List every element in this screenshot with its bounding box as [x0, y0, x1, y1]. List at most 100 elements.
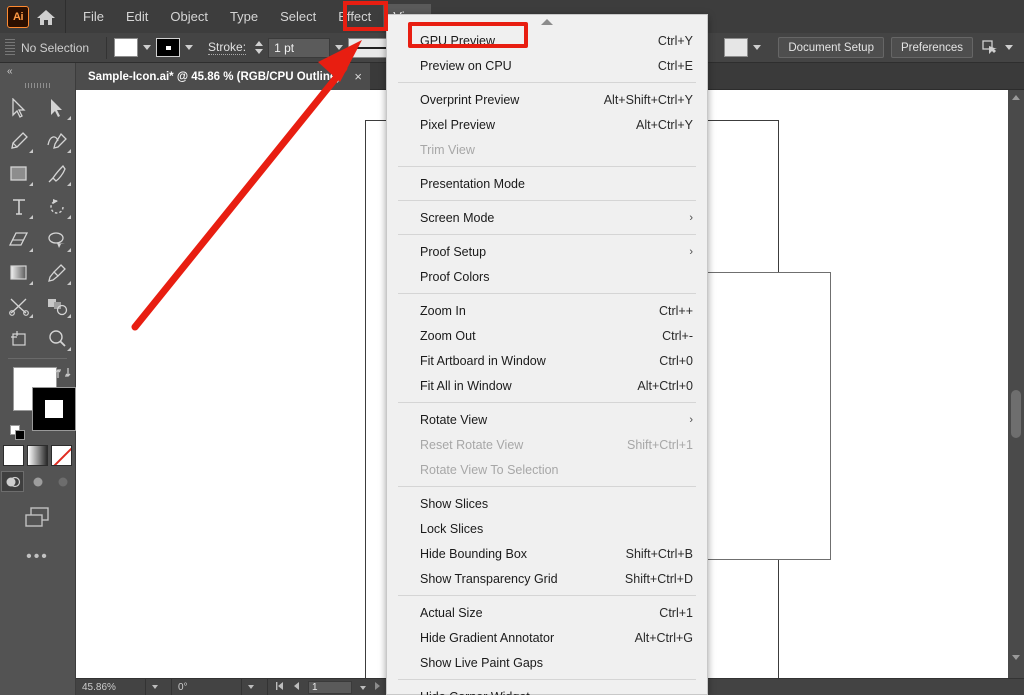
scissors-tool[interactable]	[0, 289, 38, 322]
type-tool[interactable]	[0, 190, 38, 223]
menu-option-proof-colors[interactable]: Proof Colors	[387, 264, 707, 289]
zoom-level-field[interactable]: 45.86%	[76, 679, 146, 695]
curvature-tool[interactable]	[38, 124, 76, 157]
menu-option-show-live-paint-gaps[interactable]: Show Live Paint Gaps	[387, 650, 707, 675]
scroll-down-icon[interactable]	[1008, 650, 1024, 664]
direct-selection-tool[interactable]	[38, 91, 76, 124]
menu-option-label: Hide Gradient Annotator	[420, 631, 635, 645]
chevron-right-icon: ›	[689, 246, 693, 258]
next-artboard-icon[interactable]	[374, 681, 382, 694]
gradient-color-mode-button[interactable]	[27, 445, 48, 466]
menu-option-shortcut: Shift+Ctrl+D	[625, 572, 693, 586]
menu-option-shortcut: Alt+Shift+Ctrl+Y	[604, 93, 693, 107]
menu-option-shortcut: Alt+Ctrl+0	[637, 379, 693, 393]
menu-separator	[398, 166, 696, 167]
rotate-tool[interactable]	[38, 190, 76, 223]
menu-option-fit-artboard-in-window[interactable]: Fit Artboard in WindowCtrl+0	[387, 348, 707, 373]
vertical-scrollbar[interactable]	[1008, 90, 1024, 678]
gradient-tool[interactable]	[0, 256, 38, 289]
control-bar-grip[interactable]	[5, 39, 15, 57]
menu-option-presentation-mode[interactable]: Presentation Mode	[387, 171, 707, 196]
menu-item-select[interactable]: Select	[270, 4, 326, 30]
tools-overflow-button[interactable]: •••	[0, 548, 75, 566]
shape-builder-tool[interactable]	[38, 289, 76, 322]
menu-option-zoom-out[interactable]: Zoom OutCtrl+-	[387, 323, 707, 348]
selection-tool[interactable]	[0, 91, 38, 124]
zoom-dropdown[interactable]	[146, 679, 172, 695]
zoom-tool[interactable]	[38, 322, 76, 355]
menu-option-hide-bounding-box[interactable]: Hide Bounding BoxShift+Ctrl+B	[387, 541, 707, 566]
menu-option-pixel-preview[interactable]: Pixel PreviewAlt+Ctrl+Y	[387, 112, 707, 137]
menu-option-lock-slices[interactable]: Lock Slices	[387, 516, 707, 541]
rectangle-tool[interactable]	[0, 157, 38, 190]
menu-item-edit[interactable]: Edit	[116, 4, 158, 30]
menu-item-effect[interactable]: Effect	[328, 4, 381, 30]
stroke-weight-stepper[interactable]	[253, 38, 265, 58]
scrollbar-thumb[interactable]	[1011, 390, 1021, 438]
menu-option-gpu-preview[interactable]: GPU PreviewCtrl+Y	[387, 28, 707, 53]
menu-option-zoom-in[interactable]: Zoom InCtrl++	[387, 298, 707, 323]
menu-option-label: Fit Artboard in Window	[420, 354, 659, 368]
rotation-field[interactable]: 0°	[172, 679, 242, 695]
home-icon[interactable]	[29, 0, 63, 33]
paintbrush-tool[interactable]	[38, 157, 76, 190]
menu-option-actual-size[interactable]: Actual SizeCtrl+1	[387, 600, 707, 625]
artboard-tool[interactable]	[0, 322, 38, 355]
menu-item-object[interactable]: Object	[160, 4, 218, 30]
menu-item-file[interactable]: File	[73, 4, 114, 30]
document-setup-button[interactable]: Document Setup	[778, 37, 884, 58]
stroke-color-swatch[interactable]	[156, 38, 180, 57]
lasso-tool[interactable]	[38, 223, 76, 256]
stroke-weight-field[interactable]: 1 pt	[268, 38, 330, 58]
none-color-mode-button[interactable]	[51, 445, 72, 466]
change-screen-mode-icon[interactable]	[0, 504, 75, 530]
menu-option-show-transparency-grid[interactable]: Show Transparency GridShift+Ctrl+D	[387, 566, 707, 591]
menu-option-rotate-view[interactable]: Rotate View›	[387, 407, 707, 432]
draw-normal-mode-button[interactable]	[1, 471, 24, 492]
menu-separator	[398, 293, 696, 294]
preferences-button[interactable]: Preferences	[891, 37, 973, 58]
menu-option-preview-on-cpu[interactable]: Preview on CPUCtrl+E	[387, 53, 707, 78]
pen-tool[interactable]	[0, 124, 38, 157]
menu-option-hide-corner-widget[interactable]: Hide Corner Widget	[387, 684, 707, 695]
arrange-dropdown[interactable]	[1000, 37, 1018, 59]
menu-option-show-slices[interactable]: Show Slices	[387, 491, 707, 516]
menu-option-hide-gradient-annotator[interactable]: Hide Gradient AnnotatorAlt+Ctrl+G	[387, 625, 707, 650]
stroke-color-box[interactable]	[32, 387, 76, 431]
rotation-dropdown[interactable]	[242, 679, 268, 695]
artboard-dropdown[interactable]	[360, 682, 366, 693]
swap-fill-stroke-icon[interactable]	[55, 365, 71, 381]
menu-separator	[398, 486, 696, 487]
opacity-swatch[interactable]	[724, 38, 748, 57]
menu-option-fit-all-in-window[interactable]: Fit All in WindowAlt+Ctrl+0	[387, 373, 707, 398]
close-icon[interactable]: ×	[354, 69, 362, 84]
eyedropper-tool[interactable]	[38, 256, 76, 289]
tools-panel-grip[interactable]	[0, 79, 75, 91]
draw-behind-mode-button[interactable]	[26, 471, 49, 492]
document-tab[interactable]: Sample-Icon.ai* @ 45.86 % (RGB/CPU Outli…	[76, 63, 370, 90]
eraser-tool[interactable]	[0, 223, 38, 256]
menu-option-screen-mode[interactable]: Screen Mode›	[387, 205, 707, 230]
draw-inside-mode-button[interactable]	[51, 471, 74, 492]
first-artboard-icon[interactable]	[274, 681, 284, 694]
chevron-right-icon: ›	[689, 212, 693, 224]
stroke-weight-dropdown[interactable]	[330, 37, 348, 59]
chevron-right-icon: ›	[689, 414, 693, 426]
menu-option-label: Rotate View	[420, 413, 689, 427]
stroke-color-dropdown[interactable]	[180, 37, 198, 59]
artboard-number-field[interactable]: 1	[308, 681, 352, 694]
solid-color-mode-button[interactable]	[3, 445, 24, 466]
menu-option-proof-setup[interactable]: Proof Setup›	[387, 239, 707, 264]
previous-artboard-icon[interactable]	[292, 681, 300, 694]
scroll-up-arrow-icon[interactable]	[387, 15, 707, 28]
default-fill-stroke-icon[interactable]	[10, 425, 26, 441]
menu-option-overprint-preview[interactable]: Overprint PreviewAlt+Shift+Ctrl+Y	[387, 87, 707, 112]
scroll-up-icon[interactable]	[1008, 90, 1024, 104]
collapse-tools-button[interactable]: «	[0, 63, 75, 79]
fill-color-dropdown[interactable]	[138, 37, 156, 59]
view-dropdown-menu: GPU PreviewCtrl+YPreview on CPUCtrl+E Ove…	[386, 14, 708, 695]
arrange-documents-icon[interactable]	[980, 38, 1000, 58]
menu-item-type[interactable]: Type	[220, 4, 268, 30]
fill-color-swatch[interactable]	[114, 38, 138, 57]
opacity-dropdown[interactable]	[748, 37, 766, 59]
